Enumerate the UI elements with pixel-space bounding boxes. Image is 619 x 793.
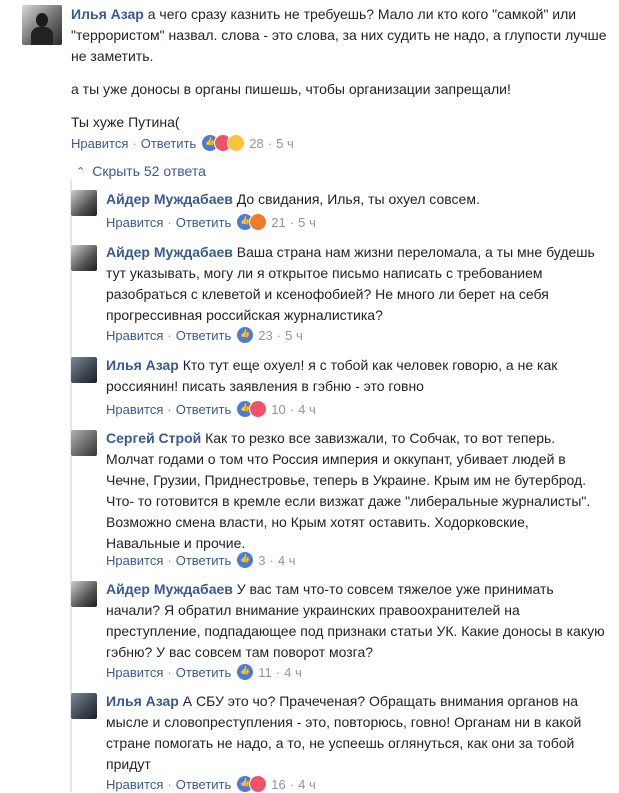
reply-text: Как то резко все завизжали, то Собчак, т… [106, 430, 591, 551]
comment-body: Илья Азар а чего сразу казнить не требуе… [71, 4, 611, 145]
avatar[interactable] [22, 5, 62, 45]
reply-actions: Нравится · Ответить 11 · 4 ч [106, 663, 302, 681]
like-reaction-icon [236, 663, 255, 681]
comment-text: а чего сразу казнить не требуешь? Мало л… [71, 6, 607, 64]
reply-text: До свидания, Илья, ты охуел совсем. [236, 191, 480, 207]
comment-actions: Нравится · Ответить 28 · 5 ч [71, 134, 294, 152]
reaction-count[interactable]: 10 [271, 402, 285, 417]
chevron-up-icon: ⌃ [76, 165, 86, 178]
timestamp[interactable]: 4 ч [284, 665, 302, 680]
wow-reaction-icon [227, 134, 246, 152]
reply-actions: Нравится · Ответить 16 · 4 ч [106, 775, 316, 793]
timestamp[interactable]: 4 ч [298, 777, 316, 792]
reactions[interactable] [236, 400, 268, 418]
avatar[interactable] [71, 245, 97, 271]
reply-author[interactable]: Сергей Строй [106, 430, 201, 446]
reply-body: Айдер Муждабаев До свидания, Илья, ты ох… [106, 189, 606, 210]
reply-author[interactable]: Илья Азар [106, 357, 179, 373]
love-reaction-icon [249, 400, 268, 418]
reply-body: Айдер Муждабаев Ваша страна нам жизни пе… [106, 242, 606, 326]
reply-actions: Нравится · Ответить 10 · 4 ч [106, 400, 316, 418]
reply-author[interactable]: Айдер Муждабаев [106, 191, 233, 207]
reactions[interactable] [236, 551, 255, 569]
timestamp[interactable]: 5 ч [285, 328, 303, 343]
timestamp[interactable]: 4 ч [278, 553, 296, 568]
reaction-count[interactable]: 11 [258, 665, 272, 680]
reply-link[interactable]: Ответить [176, 215, 232, 230]
avatar[interactable] [71, 357, 97, 383]
love-reaction-icon [249, 775, 268, 793]
like-link[interactable]: Нравится [106, 402, 163, 417]
avatar[interactable] [71, 190, 97, 216]
reply-body: Илья Азар Кто тут еще охуел! я с тобой к… [106, 355, 606, 397]
like-link[interactable]: Нравится [106, 215, 163, 230]
reactions[interactable] [201, 134, 246, 152]
reply-link[interactable]: Ответить [176, 665, 232, 680]
reply-actions: Нравится · Ответить 3 · 4 ч [106, 551, 296, 569]
reply-actions: Нравится · Ответить 23 · 5 ч [106, 326, 303, 344]
reaction-count[interactable]: 28 [249, 136, 263, 151]
reply-link[interactable]: Ответить [176, 777, 232, 792]
timestamp[interactable]: 4 ч [298, 402, 316, 417]
reply-body: Илья Азар А СБУ это чо? Прачеченая? Обра… [106, 691, 606, 775]
comment-text: а ты уже доносы в органы пишешь, чтобы о… [71, 81, 511, 97]
reply-link[interactable]: Ответить [176, 553, 232, 568]
like-link[interactable]: Нравится [106, 553, 163, 568]
reply-body: Сергей Строй Как то резко все завизжали,… [106, 428, 606, 554]
like-link[interactable]: Нравится [71, 136, 128, 151]
reaction-count[interactable]: 3 [258, 553, 265, 568]
comment-text: Ты хуже Путина( [71, 114, 180, 130]
reply-author[interactable]: Айдер Муждабаев [106, 581, 233, 597]
reply-author[interactable]: Айдер Муждабаев [106, 244, 233, 260]
timestamp[interactable]: 5 ч [298, 215, 316, 230]
reply-actions: Нравится · Ответить 21 · 5 ч [106, 213, 316, 231]
hide-replies-label: Скрыть 52 ответа [92, 163, 206, 179]
like-reaction-icon [236, 326, 255, 344]
reply-link[interactable]: Ответить [176, 328, 232, 343]
avatar[interactable] [71, 430, 97, 456]
reply-link[interactable]: Ответить [141, 136, 197, 151]
angry-reaction-icon [249, 213, 268, 231]
like-reaction-icon [236, 551, 255, 569]
reaction-count[interactable]: 23 [258, 328, 272, 343]
reply-body: Айдер Муждабаев У вас там что-то совсем … [106, 579, 606, 663]
reaction-count[interactable]: 21 [271, 215, 285, 230]
reply-author[interactable]: Илья Азар [106, 693, 179, 709]
like-link[interactable]: Нравится [106, 665, 163, 680]
reactions[interactable] [236, 326, 255, 344]
reactions[interactable] [236, 663, 255, 681]
hide-replies-link[interactable]: ⌃ Скрыть 52 ответа [76, 163, 206, 179]
reaction-count[interactable]: 16 [271, 777, 285, 792]
like-link[interactable]: Нравится [106, 777, 163, 792]
reactions[interactable] [236, 213, 268, 231]
like-link[interactable]: Нравится [106, 328, 163, 343]
reply-link[interactable]: Ответить [176, 402, 232, 417]
reactions[interactable] [236, 775, 268, 793]
avatar[interactable] [71, 581, 97, 607]
timestamp[interactable]: 5 ч [276, 136, 294, 151]
comment-author[interactable]: Илья Азар [71, 6, 144, 22]
avatar[interactable] [71, 693, 97, 719]
